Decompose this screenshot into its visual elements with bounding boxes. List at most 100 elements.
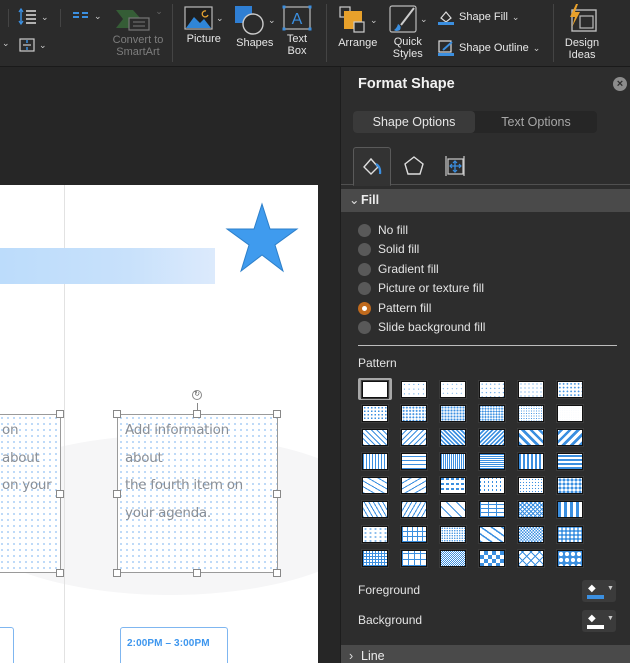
pattern-swatch[interactable]: [514, 547, 548, 569]
resize-handle[interactable]: [56, 569, 64, 577]
pattern-swatch[interactable]: [397, 547, 431, 569]
pattern-swatch[interactable]: [514, 378, 548, 400]
radio-slide-background-fill[interactable]: Slide background fill: [358, 318, 485, 336]
pattern-swatch[interactable]: [514, 426, 548, 448]
radio-button-selected[interactable]: [358, 301, 371, 315]
resize-handle[interactable]: [193, 410, 201, 418]
pattern-swatch[interactable]: [553, 426, 587, 448]
line-section-header[interactable]: › Line: [341, 645, 630, 663]
tab-effects[interactable]: [395, 147, 433, 185]
radio-button[interactable]: [358, 320, 371, 334]
pattern-swatch[interactable]: [358, 378, 392, 400]
pattern-swatch[interactable]: [514, 475, 548, 497]
pattern-swatch[interactable]: [514, 451, 548, 473]
quick-styles-button[interactable]: Quick Styles: [388, 4, 428, 60]
radio-picture-texture-fill[interactable]: Picture or texture fill: [358, 279, 484, 297]
pattern-swatch[interactable]: [397, 426, 431, 448]
resize-handle[interactable]: [273, 410, 281, 418]
radio-button[interactable]: [358, 242, 371, 256]
time-label-box-4[interactable]: 2:00PM – 3:00PM: [120, 627, 228, 663]
pattern-swatch[interactable]: [475, 547, 509, 569]
pattern-swatch[interactable]: [475, 378, 509, 400]
agenda-textbox-4-selected[interactable]: Add information about the fourth item on…: [117, 414, 278, 573]
radio-gradient-fill[interactable]: Gradient fill: [358, 260, 439, 278]
resize-handle[interactable]: [56, 410, 64, 418]
align-text-button[interactable]: [18, 37, 47, 53]
time-label-box-3[interactable]: [0, 627, 14, 663]
fill-section-header[interactable]: ⌄ Fill: [341, 189, 630, 212]
resize-handle[interactable]: [113, 410, 121, 418]
pattern-swatch[interactable]: [475, 499, 509, 521]
pattern-swatch[interactable]: [397, 451, 431, 473]
pattern-swatch[interactable]: [397, 402, 431, 424]
gradient-banner-shape[interactable]: [0, 248, 215, 284]
pattern-swatch[interactable]: [475, 451, 509, 473]
pattern-swatch[interactable]: [436, 402, 470, 424]
resize-handle[interactable]: [273, 490, 281, 498]
agenda-textbox-3[interactable]: on about on your: [0, 414, 61, 573]
pattern-swatch[interactable]: [514, 402, 548, 424]
pattern-swatch[interactable]: [397, 499, 431, 521]
pattern-swatch[interactable]: [514, 523, 548, 545]
foreground-color-picker[interactable]: ◆ ▼: [582, 580, 616, 602]
pattern-swatch[interactable]: [553, 547, 587, 569]
convert-to-smartart-button[interactable]: Convert to SmartArt: [108, 6, 168, 58]
resize-handle[interactable]: [56, 490, 64, 498]
line-spacing-button[interactable]: [18, 8, 49, 26]
shape-fill-button[interactable]: Shape Fill: [437, 9, 519, 25]
pattern-swatch[interactable]: [436, 499, 470, 521]
pattern-swatch[interactable]: [358, 402, 392, 424]
shape-outline-button[interactable]: Shape Outline: [437, 40, 540, 56]
pattern-swatch[interactable]: [475, 475, 509, 497]
pattern-swatch[interactable]: [358, 475, 392, 497]
resize-handle[interactable]: [273, 569, 281, 577]
shapes-button[interactable]: Shapes: [234, 5, 276, 49]
resize-handle[interactable]: [113, 490, 121, 498]
pattern-swatch[interactable]: [436, 426, 470, 448]
resize-handle[interactable]: [113, 569, 121, 577]
design-ideas-button[interactable]: Design Ideas: [563, 3, 601, 61]
radio-solid-fill[interactable]: Solid fill: [358, 240, 419, 258]
rotate-handle-icon[interactable]: ↻: [192, 390, 202, 400]
tab-fill-line[interactable]: [353, 147, 391, 186]
radio-pattern-fill[interactable]: Pattern fill: [358, 299, 431, 317]
background-color-picker[interactable]: ◆ ▼: [582, 610, 616, 632]
pattern-swatch[interactable]: [358, 547, 392, 569]
pattern-swatch[interactable]: [553, 523, 587, 545]
pattern-swatch[interactable]: [514, 499, 548, 521]
pattern-swatch[interactable]: [397, 378, 431, 400]
pattern-swatch[interactable]: [436, 475, 470, 497]
picture-button[interactable]: Picture: [184, 5, 224, 45]
radio-button[interactable]: [358, 262, 371, 276]
pattern-swatch[interactable]: [358, 451, 392, 473]
close-pane-button[interactable]: ×: [613, 77, 627, 91]
tab-text-options[interactable]: Text Options: [475, 111, 597, 133]
pattern-swatch[interactable]: [397, 523, 431, 545]
pattern-swatch[interactable]: [475, 426, 509, 448]
pattern-swatch[interactable]: [358, 523, 392, 545]
star-shape[interactable]: [225, 202, 299, 274]
text-direction-dropdown[interactable]: [2, 38, 10, 49]
pattern-swatch[interactable]: [553, 475, 587, 497]
pattern-swatch[interactable]: [553, 499, 587, 521]
pattern-swatch[interactable]: [475, 402, 509, 424]
radio-button[interactable]: [358, 281, 371, 295]
resize-handle[interactable]: [193, 569, 201, 577]
pattern-swatch[interactable]: [553, 378, 587, 400]
pattern-swatch[interactable]: [475, 523, 509, 545]
pattern-swatch[interactable]: [436, 378, 470, 400]
columns-button[interactable]: [72, 10, 102, 22]
pattern-swatch[interactable]: [397, 475, 431, 497]
tab-shape-options[interactable]: Shape Options: [353, 111, 475, 133]
pattern-swatch[interactable]: [553, 402, 587, 424]
pattern-swatch[interactable]: [358, 499, 392, 521]
radio-button[interactable]: [358, 223, 371, 237]
pattern-swatch[interactable]: [436, 547, 470, 569]
tab-size-properties[interactable]: [436, 147, 474, 185]
pattern-swatch[interactable]: [358, 426, 392, 448]
pattern-swatch[interactable]: [436, 451, 470, 473]
slide[interactable]: on about on your Add information about t…: [0, 185, 318, 663]
arrange-button[interactable]: Arrange: [338, 5, 378, 49]
pattern-swatch[interactable]: [553, 451, 587, 473]
radio-no-fill[interactable]: No fill: [358, 221, 408, 239]
